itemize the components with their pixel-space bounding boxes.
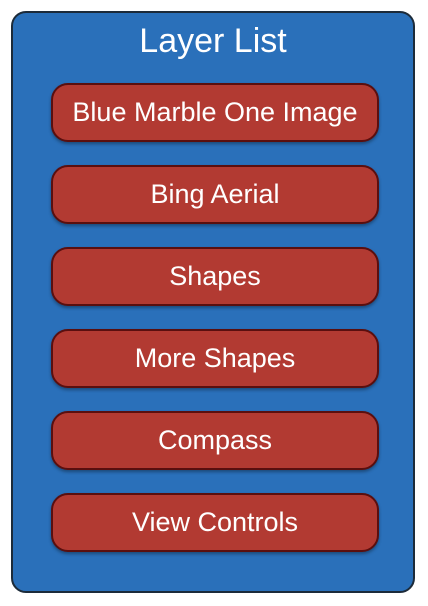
- layer-button-blue-marble-one-image[interactable]: Blue Marble One Image: [51, 83, 379, 142]
- layer-list: Blue Marble One Image Bing Aerial Shapes…: [51, 83, 379, 575]
- layer-button-more-shapes[interactable]: More Shapes: [51, 329, 379, 388]
- layer-button-shapes[interactable]: Shapes: [51, 247, 379, 306]
- layer-button-compass[interactable]: Compass: [51, 411, 379, 470]
- layer-button-bing-aerial[interactable]: Bing Aerial: [51, 165, 379, 224]
- panel-title: Layer List: [139, 22, 287, 60]
- layer-button-view-controls[interactable]: View Controls: [51, 493, 379, 552]
- layer-list-panel: Layer List Blue Marble One Image Bing Ae…: [11, 11, 415, 593]
